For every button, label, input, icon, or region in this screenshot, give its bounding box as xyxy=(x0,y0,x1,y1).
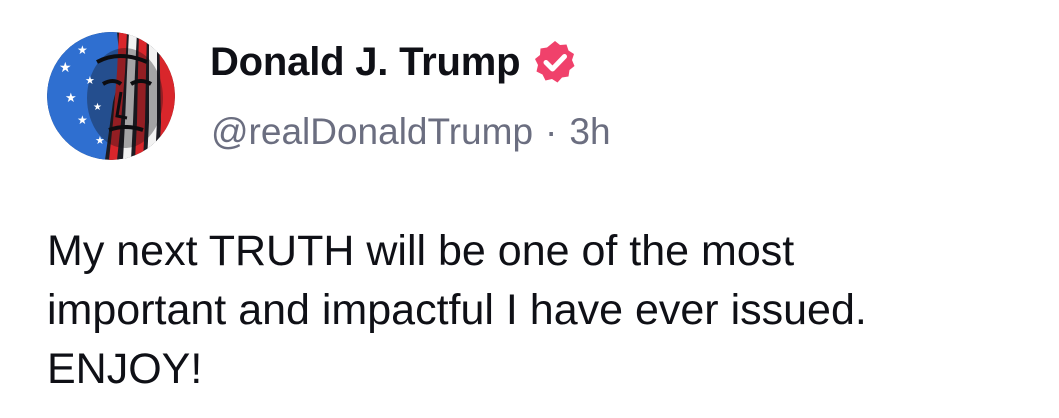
svg-text:★: ★ xyxy=(77,113,88,127)
author-display-name[interactable]: Donald J. Trump xyxy=(210,40,521,85)
author-avatar[interactable]: ★ ★ ★ ★ ★ ★ ★ xyxy=(47,32,175,160)
svg-text:★: ★ xyxy=(77,43,88,57)
truth-social-post: ★ ★ ★ ★ ★ ★ ★ Donald J. Trump @realDonal… xyxy=(0,0,1059,418)
verified-badge-icon xyxy=(532,39,578,85)
separator-dot: · xyxy=(545,111,558,152)
svg-text:★: ★ xyxy=(65,91,77,106)
author-handle[interactable]: @realDonaldTrump xyxy=(211,111,533,153)
svg-text:★: ★ xyxy=(59,60,72,76)
flag-portrait-avatar-icon: ★ ★ ★ ★ ★ ★ ★ xyxy=(47,32,175,160)
svg-text:★: ★ xyxy=(93,102,102,113)
svg-text:★: ★ xyxy=(85,74,95,87)
post-timestamp[interactable]: 3h xyxy=(569,111,610,153)
author-handle-row: @realDonaldTrump · 3h xyxy=(211,108,611,156)
svg-text:★: ★ xyxy=(95,134,105,147)
author-name-row: Donald J. Trump xyxy=(210,38,578,86)
post-body-text: My next TRUTH will be one of the most im… xyxy=(47,227,867,393)
